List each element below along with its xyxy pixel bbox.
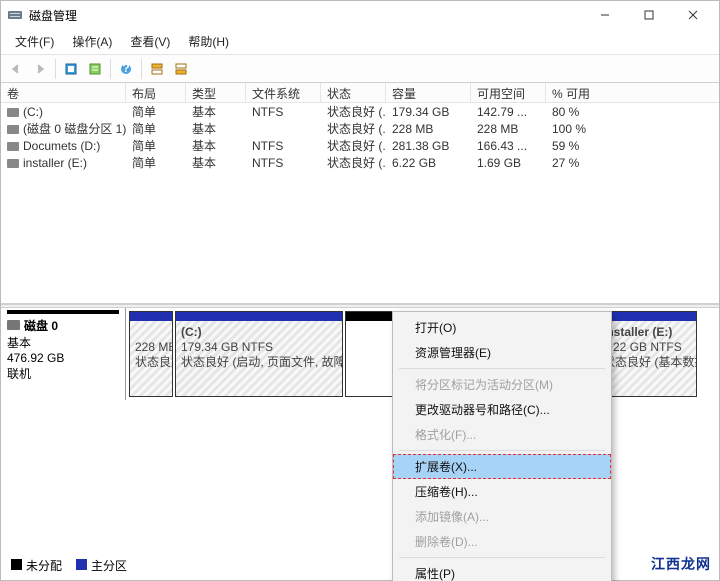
ctx-mark-active: 将分区标记为活动分区(M)	[393, 372, 611, 397]
properties-button[interactable]	[84, 58, 106, 80]
menubar: 文件(F) 操作(A) 查看(V) 帮助(H)	[1, 29, 719, 55]
maximize-button[interactable]	[627, 1, 671, 29]
toolbar: ?	[1, 55, 719, 83]
table-row[interactable]: (C:)简单基本NTFS状态良好 (...179.34 GB142.79 ...…	[1, 103, 719, 120]
separator	[110, 59, 111, 79]
table-row[interactable]: (磁盘 0 磁盘分区 1)简单基本状态良好 (...228 MB228 MB10…	[1, 120, 719, 137]
ctx-add-mirror: 添加镜像(A)...	[393, 504, 611, 529]
legend-unallocated: 未分配	[11, 557, 62, 574]
window-title: 磁盘管理	[29, 7, 583, 24]
volume-rows: (C:)简单基本NTFS状态良好 (...179.34 GB142.79 ...…	[1, 103, 719, 303]
partition-body: (C:)179.34 GB NTFS状态良好 (启动, 页面文件, 故障	[176, 321, 342, 396]
menu-file[interactable]: 文件(F)	[7, 31, 62, 52]
swatch-blue	[76, 559, 87, 570]
partition-bar	[176, 312, 342, 321]
layout-top-button[interactable]	[146, 58, 168, 80]
col-pct[interactable]: % 可用	[546, 83, 616, 102]
col-type[interactable]: 类型	[186, 83, 246, 102]
ctx-format: 格式化(F)...	[393, 422, 611, 447]
volume-list-header: 卷 布局 类型 文件系统 状态 容量 可用空间 % 可用	[1, 83, 719, 103]
col-layout[interactable]: 布局	[126, 83, 186, 102]
volume-list[interactable]: 卷 布局 类型 文件系统 状态 容量 可用空间 % 可用 (C:)简单基本NTF…	[1, 83, 719, 304]
disk-type: 基本	[7, 334, 119, 351]
partition-body: 228 MB状态良好 (E	[130, 321, 172, 396]
partition-bar	[130, 312, 172, 321]
ctx-separator	[399, 557, 605, 558]
col-fs[interactable]: 文件系统	[246, 83, 321, 102]
layout-bottom-button[interactable]	[170, 58, 192, 80]
minimize-button[interactable]	[583, 1, 627, 29]
ctx-delete-volume: 删除卷(D)...	[393, 529, 611, 554]
ctx-separator	[399, 368, 605, 369]
menu-help[interactable]: 帮助(H)	[180, 31, 237, 52]
context-menu: 打开(O) 资源管理器(E) 将分区标记为活动分区(M) 更改驱动器号和路径(C…	[392, 311, 612, 581]
window-controls	[583, 1, 715, 29]
help-button[interactable]: ?	[115, 58, 137, 80]
back-button	[5, 58, 27, 80]
forward-button	[29, 58, 51, 80]
partition-body: installer (E:)6.22 GB NTFS状态良好 (基本数据分	[598, 321, 696, 396]
partition[interactable]: (C:)179.34 GB NTFS状态良好 (启动, 页面文件, 故障	[175, 311, 343, 397]
table-row[interactable]: Documets (D:)简单基本NTFS状态良好 (...281.38 GB1…	[1, 137, 719, 154]
disk-management-window: 磁盘管理 文件(F) 操作(A) 查看(V) 帮助(H) ? 卷 布局 类型 文…	[0, 0, 720, 581]
swatch-black	[11, 559, 22, 570]
partition[interactable]: installer (E:)6.22 GB NTFS状态良好 (基本数据分	[597, 311, 697, 397]
col-free[interactable]: 可用空间	[471, 83, 546, 102]
disk-info[interactable]: 磁盘 0 基本 476.92 GB 联机	[1, 308, 126, 400]
menu-view[interactable]: 查看(V)	[122, 31, 178, 52]
refresh-button[interactable]	[60, 58, 82, 80]
ctx-separator	[399, 450, 605, 451]
col-volume[interactable]: 卷	[1, 83, 126, 102]
col-status[interactable]: 状态	[321, 83, 386, 102]
watermark: 江西龙网	[651, 554, 711, 574]
separator	[141, 59, 142, 79]
titlebar[interactable]: 磁盘管理	[1, 1, 719, 29]
svg-text:?: ?	[122, 62, 129, 75]
ctx-open[interactable]: 打开(O)	[393, 315, 611, 340]
disk-size: 476.92 GB	[7, 351, 119, 365]
ctx-properties[interactable]: 属性(P)	[393, 561, 611, 581]
separator	[55, 59, 56, 79]
partition[interactable]: 228 MB状态良好 (E	[129, 311, 173, 397]
legend-primary: 主分区	[76, 557, 127, 574]
ctx-extend-volume[interactable]: 扩展卷(X)...	[393, 454, 611, 479]
disk-status: 联机	[7, 365, 119, 382]
disk-icon	[7, 320, 20, 330]
partition-bar	[598, 312, 696, 321]
app-icon	[7, 7, 23, 23]
disk-label: 磁盘 0	[7, 317, 119, 334]
ctx-change-letter[interactable]: 更改驱动器号和路径(C)...	[393, 397, 611, 422]
col-capacity[interactable]: 容量	[386, 83, 471, 102]
close-button[interactable]	[671, 1, 715, 29]
menu-action[interactable]: 操作(A)	[64, 31, 120, 52]
disk-header-bar	[7, 310, 119, 314]
table-row[interactable]: installer (E:)简单基本NTFS状态良好 (...6.22 GB1.…	[1, 154, 719, 171]
ctx-shrink-volume[interactable]: 压缩卷(H)...	[393, 479, 611, 504]
ctx-explorer[interactable]: 资源管理器(E)	[393, 340, 611, 365]
